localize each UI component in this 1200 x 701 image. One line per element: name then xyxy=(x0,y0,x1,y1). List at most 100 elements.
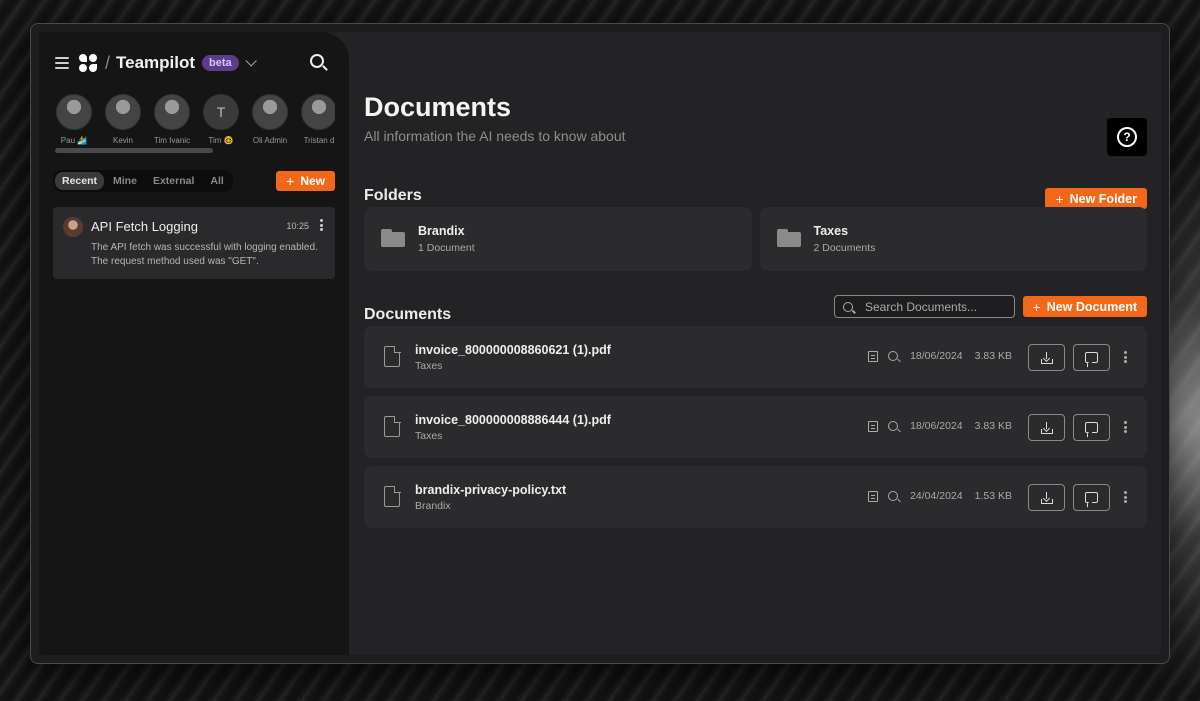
more-options-icon[interactable] xyxy=(320,219,323,231)
document-folder: Taxes xyxy=(415,430,443,442)
menu-icon[interactable] xyxy=(55,57,69,69)
main-content: Documents All information the AI needs t… xyxy=(349,32,1161,655)
more-options-icon[interactable] xyxy=(1124,421,1127,433)
document-list: invoice_800000008860621 (1).pdf Taxes 18… xyxy=(364,326,1147,536)
document-date: 18/06/2024 xyxy=(910,350,963,362)
file-icon xyxy=(384,345,401,367)
plus-icon: + xyxy=(1032,298,1041,315)
chat-filter-row: Recent Mine External All + New xyxy=(53,170,335,192)
chevron-down-icon[interactable] xyxy=(245,55,257,67)
document-folder: Brandix xyxy=(415,500,451,512)
folder-name: Taxes xyxy=(813,224,849,238)
document-text-icon[interactable] xyxy=(868,420,879,432)
folders-title: Folders xyxy=(364,187,422,204)
avatar-image xyxy=(105,94,141,130)
avatar-image xyxy=(154,94,190,130)
question-circle-icon: ? xyxy=(1117,127,1137,147)
chat-preview: The API fetch was successful with loggin… xyxy=(91,242,318,267)
zoom-icon[interactable] xyxy=(888,421,899,431)
avatar-name: Kevin xyxy=(112,136,133,145)
new-folder-button[interactable]: + New Folder xyxy=(1045,188,1147,209)
workspace-name[interactable]: Teampilot xyxy=(116,53,195,73)
file-icon xyxy=(384,415,401,437)
chat-title: API Fetch Logging xyxy=(91,219,198,234)
search-input[interactable] xyxy=(865,299,1005,314)
folder-card[interactable]: Taxes 2 Documents xyxy=(759,207,1147,271)
chat-time: 10:25 xyxy=(286,221,309,231)
avatar xyxy=(63,217,83,237)
folder-icon xyxy=(381,229,405,247)
app-window: / Teampilot beta Pau 🏄 Kevin Tim Ivanic … xyxy=(30,23,1170,664)
avatar-name: Tim 🤓 xyxy=(208,136,234,145)
avatar[interactable]: Kevin xyxy=(104,94,142,154)
document-search[interactable] xyxy=(834,295,1015,318)
message-icon xyxy=(1085,492,1098,503)
avatar[interactable]: T Tim 🤓 xyxy=(202,94,240,154)
avatar[interactable]: Tim Ivanic xyxy=(153,94,191,154)
tab-mine[interactable]: Mine xyxy=(106,172,144,190)
document-name: invoice_800000008860621 (1).pdf xyxy=(415,343,611,357)
document-row[interactable]: invoice_800000008886444 (1).pdf Taxes 18… xyxy=(364,396,1147,458)
avatar-name: Tristan d xyxy=(303,136,335,145)
download-button[interactable] xyxy=(1028,484,1065,511)
folder-card[interactable]: Brandix 1 Document xyxy=(364,207,752,271)
document-size: 1.53 KB xyxy=(974,490,1012,502)
search-icon xyxy=(843,301,853,312)
document-meta: 18/06/2024 3.83 KB xyxy=(868,420,1012,432)
zoom-icon[interactable] xyxy=(888,351,899,361)
chat-button[interactable] xyxy=(1073,484,1110,511)
message-icon xyxy=(1085,422,1098,433)
avatar[interactable]: Oli Admin xyxy=(251,94,289,154)
beta-badge: beta xyxy=(202,55,239,71)
document-date: 18/06/2024 xyxy=(910,420,963,432)
sidebar-topbar: / Teampilot beta xyxy=(55,52,329,74)
avatar[interactable]: Pau 🏄 xyxy=(55,94,93,154)
avatar[interactable]: Tristan d xyxy=(300,94,335,154)
folder-icon xyxy=(776,229,801,247)
chat-button[interactable] xyxy=(1073,344,1110,371)
app-frame: / Teampilot beta Pau 🏄 Kevin Tim Ivanic … xyxy=(39,32,1161,655)
avatar-name: Pau 🏄 xyxy=(60,136,88,145)
download-button[interactable] xyxy=(1028,414,1065,441)
more-options-icon[interactable] xyxy=(1124,351,1127,363)
document-date: 24/04/2024 xyxy=(910,490,963,502)
new-folder-label: New Folder xyxy=(1069,191,1137,206)
zoom-icon[interactable] xyxy=(888,491,899,501)
brand-separator: / xyxy=(105,52,111,73)
avatar-name: Oli Admin xyxy=(252,136,288,145)
tab-recent[interactable]: Recent xyxy=(55,172,105,190)
folder-count: 2 Documents xyxy=(813,242,876,254)
document-text-icon[interactable] xyxy=(868,350,879,362)
sidebar: / Teampilot beta Pau 🏄 Kevin Tim Ivanic … xyxy=(39,32,349,655)
help-button[interactable]: ? xyxy=(1107,118,1147,156)
document-text-icon[interactable] xyxy=(868,490,879,502)
new-document-label: New Document xyxy=(1046,299,1137,314)
plus-icon: + xyxy=(286,173,295,189)
new-chat-button[interactable]: + New xyxy=(276,171,335,191)
documents-title: Documents xyxy=(364,306,452,323)
avatar-initial: T xyxy=(203,94,239,130)
new-chat-label: New xyxy=(300,174,325,188)
avatar-image xyxy=(56,94,92,130)
avatar-image xyxy=(252,94,288,130)
chat-filter-tabs: Recent Mine External All xyxy=(53,170,233,192)
search-icon[interactable] xyxy=(309,53,329,73)
more-options-icon[interactable] xyxy=(1124,491,1127,503)
file-icon xyxy=(384,485,401,507)
chat-button[interactable] xyxy=(1073,414,1110,441)
download-button[interactable] xyxy=(1028,344,1065,371)
document-row[interactable]: invoice_800000008860621 (1).pdf Taxes 18… xyxy=(364,326,1147,388)
folder-count: 1 Document xyxy=(418,242,475,254)
document-row[interactable]: brandix-privacy-policy.txt Brandix 24/04… xyxy=(364,466,1147,528)
document-meta: 24/04/2024 1.53 KB xyxy=(868,490,1012,502)
folder-name: Brandix xyxy=(418,224,465,238)
page-title: Documents xyxy=(364,92,512,122)
chat-list-item[interactable]: API Fetch Logging 10:25 The API fetch wa… xyxy=(53,207,335,279)
tab-external[interactable]: External xyxy=(146,172,201,190)
new-document-button[interactable]: + New Document xyxy=(1022,296,1147,317)
download-icon xyxy=(1040,421,1053,434)
download-icon xyxy=(1040,491,1053,504)
tab-all[interactable]: All xyxy=(203,172,230,190)
avatars-scrollbar[interactable] xyxy=(55,148,213,153)
avatar-name: Tim Ivanic xyxy=(153,136,191,145)
